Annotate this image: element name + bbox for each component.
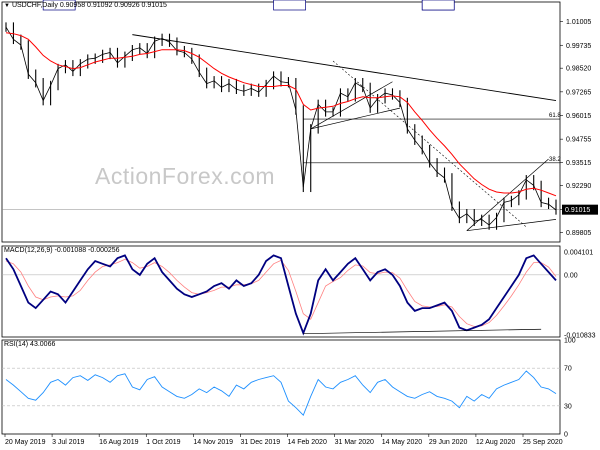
descending-trendline bbox=[132, 34, 557, 102]
price-tick-label: 0.94755 bbox=[566, 137, 591, 144]
fib-level-label: 38.2 bbox=[549, 157, 561, 163]
dropdown-arrow-icon[interactable]: ▼ bbox=[4, 3, 10, 9]
price-tick-label: 0.99735 bbox=[566, 43, 591, 50]
rsi-line bbox=[5, 370, 557, 417]
price-tick-label: 0.93515 bbox=[566, 160, 591, 167]
x-tick-label: 20 May 2019 bbox=[5, 439, 46, 446]
x-tick-label: 29 Jun 2020 bbox=[429, 439, 468, 446]
price-annotation-label: 1.00235 bbox=[276, 0, 301, 2]
price-tick-label: 1.01005 bbox=[566, 19, 591, 26]
dashed-channel-line bbox=[332, 60, 527, 228]
price-annotation-label: 0.91810 bbox=[424, 0, 449, 2]
x-tick-label: 14 Nov 2019 bbox=[193, 439, 233, 446]
triangle-upper-line bbox=[310, 81, 393, 130]
macd-panel-header: MACD(12,26,9) -0.001088 -0.000256 bbox=[4, 247, 120, 254]
macd-tick-label: 0.004101 bbox=[564, 250, 593, 257]
price-series-line bbox=[5, 26, 557, 226]
last-price-tag-label: 0.91015 bbox=[565, 207, 590, 214]
price-tick-label: 0.92290 bbox=[566, 183, 591, 190]
x-tick-label: 31 Dec 2019 bbox=[240, 439, 280, 446]
rsi-tick-label: 100 bbox=[564, 338, 576, 345]
rsi-panel-frame bbox=[1, 339, 561, 435]
price-tick-label: 0.89805 bbox=[566, 230, 591, 237]
price-tick-label: 0.96015 bbox=[566, 113, 591, 120]
x-tick-label: 1 Oct 2019 bbox=[146, 439, 180, 446]
x-tick-label: 31 Mar 2020 bbox=[335, 439, 374, 446]
price-tick-label: 0.97265 bbox=[566, 89, 591, 96]
wedge-lower-line bbox=[466, 219, 557, 232]
moving-average-line bbox=[5, 32, 557, 197]
chart-root: 1.01005 0.99735 0.98520 0.97265 0.96015 0.947… bbox=[0, 0, 600, 450]
rsi-panel-header: RSI(14) 43.0066 bbox=[4, 341, 56, 348]
x-tick-label: 3 Jul 2019 bbox=[52, 439, 84, 446]
macd-main-line bbox=[5, 254, 557, 336]
x-tick-label: 14 Feb 2020 bbox=[288, 439, 327, 446]
x-tick-label: 16 Aug 2019 bbox=[99, 439, 138, 446]
chart-svg: 1.01005 0.99735 0.98520 0.97265 0.96015 0.947… bbox=[1, 0, 598, 446]
ohlc-text: 0.90958 0.91092 0.90926 0.91015 bbox=[59, 2, 167, 9]
x-tick-label: 14 May 2020 bbox=[382, 439, 423, 446]
rsi-tick-label: 0 bbox=[564, 432, 568, 439]
triangle-lower-line bbox=[310, 107, 400, 130]
price-panel-frame bbox=[1, 1, 561, 243]
watermark: ActionForex.com bbox=[95, 163, 276, 189]
symbol-label: USDCHF,Daily bbox=[11, 2, 58, 9]
rsi-tick-label: 30 bbox=[564, 403, 572, 410]
x-tick-label: 25 Sep 2020 bbox=[523, 439, 563, 446]
price-tick-label: 0.98520 bbox=[566, 66, 591, 73]
macd-divergence-line bbox=[303, 328, 542, 335]
macd-tick-label: 0.00 bbox=[564, 272, 578, 279]
fib-level-label: 61.8 bbox=[549, 113, 561, 119]
rsi-tick-label: 70 bbox=[564, 366, 572, 373]
price-panel-header: ▼ USDCHF,Daily 0.90958 0.91092 0.90926 0.… bbox=[4, 2, 167, 9]
x-tick-label: 12 Aug 2020 bbox=[476, 439, 515, 446]
